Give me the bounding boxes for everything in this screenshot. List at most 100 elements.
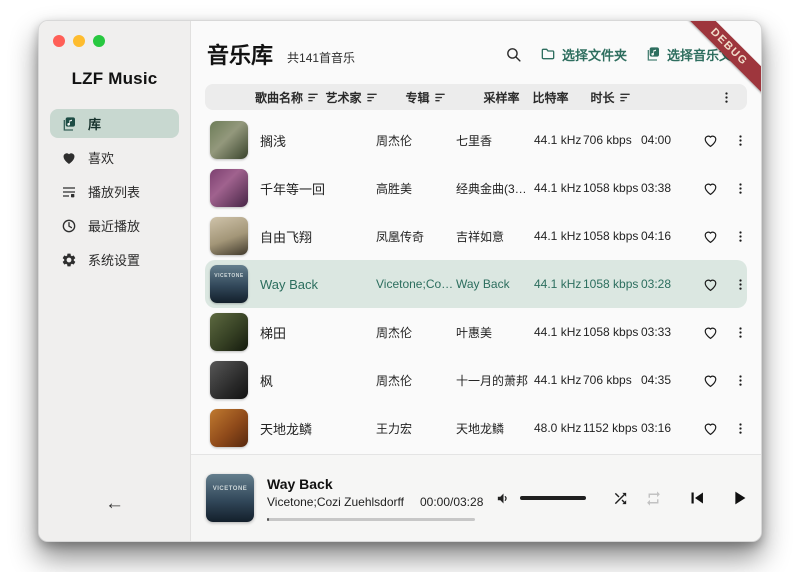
favorite-button[interactable] xyxy=(693,420,727,437)
sort-icon xyxy=(435,92,446,103)
app-title: LZF Music xyxy=(39,69,190,89)
song-artist: 凤凰传奇 xyxy=(376,228,456,245)
playlist-icon xyxy=(60,183,77,200)
column-header-song-name[interactable]: 歌曲名称 xyxy=(255,89,326,106)
choose-folder-button[interactable]: 选择文件夹 xyxy=(540,45,627,64)
song-name: 枫 xyxy=(260,371,376,390)
favorite-button[interactable] xyxy=(693,324,727,341)
table-row[interactable]: 千年等一回 高胜美 经典金曲(3)如果... 44.1 kHz 1058 kbp… xyxy=(205,164,747,212)
song-bitrate: 1058 kbps xyxy=(583,277,641,291)
sidebar-item-label: 播放列表 xyxy=(88,182,140,201)
album-art: VICETONE xyxy=(210,265,248,303)
library-icon xyxy=(60,115,77,132)
album-art xyxy=(210,121,248,159)
song-sample-rate: 44.1 kHz xyxy=(534,133,583,147)
favorite-button[interactable] xyxy=(693,228,727,245)
folder-icon xyxy=(540,46,556,62)
row-options-button[interactable] xyxy=(727,373,753,388)
player-bar: VICETONE Way Back Vicetone;Cozi Zuehlsdo… xyxy=(191,454,761,541)
sidebar-item-library[interactable]: 库 xyxy=(50,109,179,138)
sidebar-item-label: 系统设置 xyxy=(88,250,140,269)
song-album: 七里香 xyxy=(456,132,528,149)
favorite-button[interactable] xyxy=(693,132,727,149)
sidebar-item-label: 喜欢 xyxy=(88,148,114,167)
song-list: 搁浅 周杰伦 七里香 44.1 kHz 706 kbps 04:00 千年等一回… xyxy=(191,114,761,452)
song-duration: 03:38 xyxy=(641,181,693,195)
song-sample-rate: 48.0 kHz xyxy=(534,421,583,435)
song-bitrate: 706 kbps xyxy=(583,373,641,387)
song-name: 天地龙鳞 xyxy=(260,419,376,438)
previous-track-button[interactable] xyxy=(686,487,708,509)
progress-bar[interactable] xyxy=(267,518,475,521)
album-art xyxy=(210,409,248,447)
main-header: 音乐库 共141首音乐 选择文件夹 选择音乐文件 xyxy=(191,21,761,80)
music-file-icon xyxy=(645,46,661,62)
column-header-artist[interactable]: 艺术家 xyxy=(326,89,406,106)
song-artist: 周杰伦 xyxy=(376,372,456,389)
column-header-duration[interactable]: 时长 xyxy=(591,89,643,106)
favorite-button[interactable] xyxy=(693,180,727,197)
close-button[interactable] xyxy=(53,35,65,47)
sort-icon xyxy=(308,92,319,103)
row-options-button[interactable] xyxy=(727,277,753,292)
table-row[interactable]: 天地龙鳞 王力宏 天地龙鳞 48.0 kHz 1152 kbps 03:16 xyxy=(205,404,747,452)
sidebar-item-settings[interactable]: 系统设置 xyxy=(50,245,179,274)
sidebar-item-playlists[interactable]: 播放列表 xyxy=(50,177,179,206)
header-actions: 选择文件夹 选择音乐文件 xyxy=(505,45,745,64)
song-artist: 周杰伦 xyxy=(376,132,456,149)
favorite-button[interactable] xyxy=(693,276,727,293)
play-button[interactable] xyxy=(728,487,750,509)
song-sample-rate: 44.1 kHz xyxy=(534,325,583,339)
table-row-active[interactable]: VICETONE Way Back Vicetone;Cozi Zu... Wa… xyxy=(205,260,747,308)
gear-icon xyxy=(60,251,77,268)
album-art xyxy=(210,169,248,207)
song-duration: 04:16 xyxy=(641,229,693,243)
collapse-sidebar-button[interactable]: ← xyxy=(39,493,190,541)
choose-folder-label: 选择文件夹 xyxy=(562,45,627,64)
favorite-button[interactable] xyxy=(693,372,727,389)
song-count: 共141首音乐 xyxy=(287,49,355,66)
table-row[interactable]: 自由飞翔 凤凰传奇 吉祥如意 44.1 kHz 1058 kbps 04:16 xyxy=(205,212,747,260)
song-duration: 04:00 xyxy=(641,133,693,147)
song-artist: 周杰伦 xyxy=(376,324,456,341)
song-name: 自由飞翔 xyxy=(260,227,376,246)
row-options-button[interactable] xyxy=(727,421,753,436)
minimize-button[interactable] xyxy=(73,35,85,47)
zoom-button[interactable] xyxy=(93,35,105,47)
song-duration: 03:28 xyxy=(641,277,693,291)
sidebar-nav: 库 喜欢 播放列表 最近播放 系统设置 xyxy=(39,109,190,274)
search-button[interactable] xyxy=(505,46,522,63)
column-header-bitrate: 比特率 xyxy=(533,89,591,106)
album-art xyxy=(210,361,248,399)
table-row[interactable]: 枫 周杰伦 十一月的萧邦 44.1 kHz 706 kbps 04:35 xyxy=(205,356,747,404)
column-header-album[interactable]: 专辑 xyxy=(406,89,478,106)
song-sample-rate: 44.1 kHz xyxy=(534,277,583,291)
repeat-button[interactable] xyxy=(645,490,662,507)
song-bitrate: 1058 kbps xyxy=(583,181,641,195)
song-duration: 03:33 xyxy=(641,325,693,339)
row-options-button[interactable] xyxy=(727,325,753,340)
row-options-button[interactable] xyxy=(727,133,753,148)
sidebar-item-recent[interactable]: 最近播放 xyxy=(50,211,179,240)
row-options-button[interactable] xyxy=(727,181,753,196)
song-album: 天地龙鳞 xyxy=(456,420,528,437)
row-options-button[interactable] xyxy=(727,229,753,244)
album-art xyxy=(210,313,248,351)
song-album: Way Back xyxy=(456,277,528,291)
song-name: 千年等一回 xyxy=(260,179,376,198)
song-album: 叶惠美 xyxy=(456,324,528,341)
song-name: Way Back xyxy=(260,277,376,292)
song-bitrate: 1058 kbps xyxy=(583,325,641,339)
song-sample-rate: 44.1 kHz xyxy=(534,373,583,387)
volume-icon[interactable] xyxy=(495,490,512,507)
shuffle-button[interactable] xyxy=(612,490,629,507)
history-icon xyxy=(60,217,77,234)
player-controls xyxy=(495,487,762,509)
song-artist: 王力宏 xyxy=(376,420,456,437)
sidebar-item-favorites[interactable]: 喜欢 xyxy=(50,143,179,172)
table-row[interactable]: 梯田 周杰伦 叶惠美 44.1 kHz 1058 kbps 03:33 xyxy=(205,308,747,356)
table-row[interactable]: 搁浅 周杰伦 七里香 44.1 kHz 706 kbps 04:00 xyxy=(205,116,747,164)
heart-icon xyxy=(60,149,77,166)
table-options-button[interactable] xyxy=(713,90,739,105)
volume-slider[interactable] xyxy=(520,496,586,500)
